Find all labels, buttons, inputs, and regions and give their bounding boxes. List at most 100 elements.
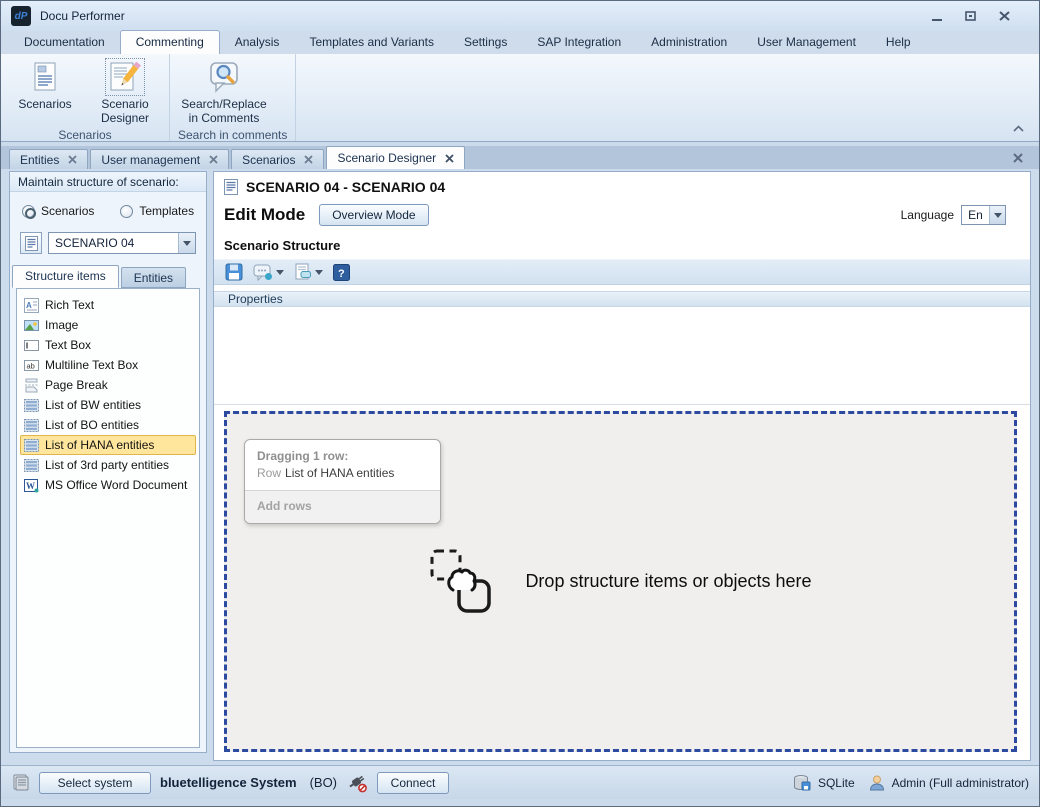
tab-structure-items[interactable]: Structure items — [12, 265, 119, 288]
scenario-select-row: SCENARIO 04 — [10, 218, 206, 254]
status-bar: Select system bluetelligence System (BO)… — [1, 765, 1039, 799]
list-item-label: Multiline Text Box — [45, 358, 138, 372]
list-item-label: List of HANA entities — [45, 438, 154, 452]
tab-commenting[interactable]: Commenting — [120, 30, 220, 54]
ribbon: Scenarios — [1, 54, 1039, 142]
chevron-down-icon[interactable] — [989, 206, 1005, 224]
drag-tooltip-row: RowList of HANA entities — [257, 466, 428, 480]
radio-templates-label: Templates — [139, 204, 194, 218]
ribbon-tab-bar: Documentation Commenting Analysis Templa… — [1, 31, 1039, 54]
restore-icon[interactable] — [965, 11, 977, 22]
list-item-label: Page Break — [45, 378, 108, 392]
structure-items-list: A Rich Text Image Text Box ab Multiline … — [16, 288, 200, 748]
ribbon-group-scenarios: Scenarios — [1, 54, 170, 141]
tab-analysis[interactable]: Analysis — [220, 31, 295, 54]
scenario-designer-pencil-icon — [107, 60, 143, 94]
scenario-toolbar: ? — [214, 259, 1030, 285]
sidebar-tabs: Structure items Entities — [10, 254, 206, 288]
tab-close-icon[interactable] — [445, 154, 454, 163]
document-tab-strip: Entities User management Scenarios Scena… — [1, 146, 1039, 169]
connect-button[interactable]: Connect — [377, 772, 449, 794]
database-label: SQLite — [818, 776, 855, 790]
window-controls — [932, 11, 1029, 22]
document-comment-button[interactable] — [291, 261, 326, 283]
list-item-page-break[interactable]: Page Break — [20, 375, 196, 395]
drop-hint-text: Drop structure items or objects here — [525, 571, 811, 592]
minimize-icon[interactable] — [932, 11, 943, 22]
doc-tab-scenarios[interactable]: Scenarios — [231, 149, 324, 169]
language-box: Language En — [901, 205, 1020, 225]
list-item-ms-office-word-document[interactable]: W MS Office Word Document — [20, 475, 196, 495]
save-icon[interactable] — [222, 261, 246, 283]
chevron-down-icon — [315, 270, 323, 275]
scenario-designer-button[interactable]: Scenario Designer — [87, 58, 163, 125]
tab-administration[interactable]: Administration — [636, 31, 742, 54]
ribbon-group-search-in-comments: Search/Replace in Comments Search in com… — [170, 54, 296, 141]
overview-mode-button[interactable]: Overview Mode — [319, 204, 428, 226]
scenarios-document-icon — [30, 60, 60, 94]
multiline-text-box-icon: ab — [24, 358, 39, 373]
list-item-list-of-bo-entities[interactable]: List of BO entities — [20, 415, 196, 435]
doc-tab-entities-label: Entities — [20, 153, 59, 167]
app-logo-icon: dP — [11, 6, 31, 26]
tab-documentation[interactable]: Documentation — [9, 31, 120, 54]
list-item-list-of-bw-entities[interactable]: List of BW entities — [20, 395, 196, 415]
document-comment-icon — [294, 263, 312, 281]
search-replace-in-comments-button[interactable]: Search/Replace in Comments — [176, 58, 272, 125]
list-item-list-of-3rd-party-entities[interactable]: List of 3rd party entities — [20, 455, 196, 475]
list-item-rich-text[interactable]: A Rich Text — [20, 295, 196, 315]
comment-bubble-icon — [253, 263, 273, 281]
chevron-down-icon[interactable] — [178, 233, 195, 253]
doc-title-row: SCENARIO 04 - SCENARIO 04 — [214, 172, 1030, 195]
chevron-down-icon — [276, 270, 284, 275]
list-item-multiline-text-box[interactable]: ab Multiline Text Box — [20, 355, 196, 375]
system-type: (BO) — [310, 775, 337, 790]
select-system-button[interactable]: Select system — [39, 772, 151, 794]
doc-tab-scenario-designer[interactable]: Scenario Designer — [326, 146, 465, 169]
doc-tab-entities[interactable]: Entities — [9, 149, 88, 169]
tab-settings[interactable]: Settings — [449, 31, 522, 54]
tab-close-icon[interactable] — [68, 155, 77, 164]
tab-sap-integration[interactable]: SAP Integration — [522, 31, 636, 54]
scenario-select[interactable]: SCENARIO 04 — [48, 232, 196, 254]
tab-close-icon[interactable] — [209, 155, 218, 164]
tabstrip-close-icon[interactable] — [1013, 153, 1023, 163]
scenario-designer-button-label: Scenario Designer — [87, 97, 163, 125]
list-item-image[interactable]: Image — [20, 315, 196, 335]
status-separator — [861, 773, 862, 793]
list-item-label: List of BW entities — [45, 398, 141, 412]
tab-close-icon[interactable] — [304, 155, 313, 164]
ribbon-collapse-icon[interactable] — [1012, 124, 1025, 133]
doc-tab-user-management[interactable]: User management — [90, 149, 229, 169]
tab-user-management[interactable]: User Management — [742, 31, 871, 54]
close-icon[interactable] — [999, 11, 1011, 22]
tab-entities[interactable]: Entities — [121, 267, 186, 288]
mode-row: Edit Mode Overview Mode Language En — [214, 195, 1030, 226]
entity-list-icon — [24, 458, 39, 473]
comment-options-button[interactable] — [250, 261, 287, 283]
tab-help[interactable]: Help — [871, 31, 926, 54]
tab-templates-and-variants[interactable]: Templates and Variants — [294, 31, 449, 54]
radio-templates[interactable]: Templates — [120, 204, 194, 218]
drop-here-icon — [429, 548, 497, 616]
radio-checked-icon — [22, 205, 35, 218]
list-item-text-box[interactable]: Text Box — [20, 335, 196, 355]
language-select[interactable]: En — [961, 205, 1006, 225]
ribbon-group-label-scenarios: Scenarios — [1, 125, 169, 147]
radio-scenarios[interactable]: Scenarios — [22, 204, 94, 218]
scenario-structure-sidebar: Maintain structure of scenario: Scenario… — [9, 171, 207, 753]
scenarios-button-label: Scenarios — [18, 97, 71, 111]
list-item-label: Rich Text — [45, 298, 94, 312]
entity-list-icon — [24, 398, 39, 413]
svg-text:W: W — [26, 481, 35, 491]
drag-tooltip-action: Add rows — [245, 490, 440, 523]
sidebar-header: Maintain structure of scenario: — [10, 172, 206, 192]
list-item-list-of-hana-entities[interactable]: List of HANA entities — [20, 435, 196, 455]
window-title: Docu Performer — [40, 9, 125, 23]
help-icon[interactable]: ? — [330, 262, 353, 283]
svg-text:?: ? — [338, 268, 345, 280]
page-break-icon — [24, 378, 39, 393]
content-area: Maintain structure of scenario: Scenario… — [1, 169, 1039, 765]
rich-text-icon: A — [24, 298, 39, 313]
scenarios-button[interactable]: Scenarios — [7, 58, 83, 111]
